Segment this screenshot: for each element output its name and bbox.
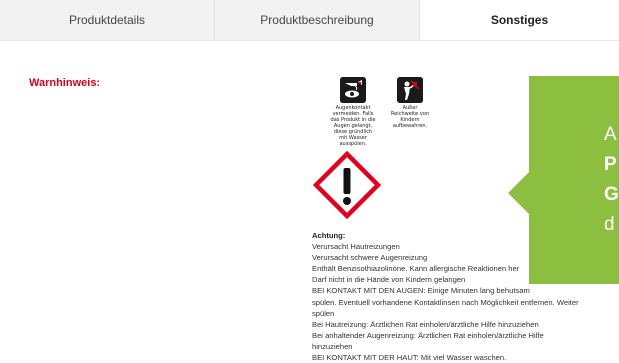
warning-label: Warnhinweis: (29, 77, 101, 89)
eye-wash-pictogram: Augenkontakt vermeiden. Falls das Produk… (329, 77, 377, 147)
eye-wash-icon (340, 77, 366, 103)
popup-text: A P G d (604, 120, 619, 240)
popup-line: A (604, 124, 617, 145)
tab-produktbeschreibung[interactable]: Produktbeschreibung (215, 0, 420, 40)
warning-line: BEI KONTAKT MIT DEN AUGEN: Einige Minute… (312, 286, 530, 296)
tab-sonstiges[interactable]: Sonstiges (420, 0, 619, 40)
eye-wash-caption: Augenkontakt vermeiden. Falls das Produk… (330, 105, 376, 147)
warning-line: BEI KONTAKT MIT DER HAUT: Mit viel Wasse… (312, 353, 507, 363)
tab-produktdetails[interactable]: Produktdetails (0, 0, 215, 40)
popup-line: P (604, 154, 617, 175)
popup-line: d (604, 214, 615, 235)
warning-line: Bei Hautreizung: Ärztlichen Rat einholen… (312, 319, 539, 329)
children-pictogram: Außer Reichweite von Kindern aufbewahren… (390, 77, 430, 129)
popup-line: G (604, 184, 619, 205)
warning-line: spülen (312, 308, 335, 318)
ghs07-exclamation-icon (312, 150, 382, 220)
warning-line: Bei anhaltender Augenreizung: Ärztlichen… (312, 330, 544, 340)
warning-line: hinzuziehen (312, 341, 353, 351)
product-tabs: Produktdetails Produktbeschreibung Sonst… (0, 0, 619, 41)
keep-away-from-children-icon (397, 77, 423, 103)
children-caption: Außer Reichweite von Kindern aufbewahren… (390, 105, 429, 129)
popup-arrow (508, 171, 530, 215)
warning-line: spülen. Eventuell vorhandene Kontaktlins… (312, 297, 579, 307)
